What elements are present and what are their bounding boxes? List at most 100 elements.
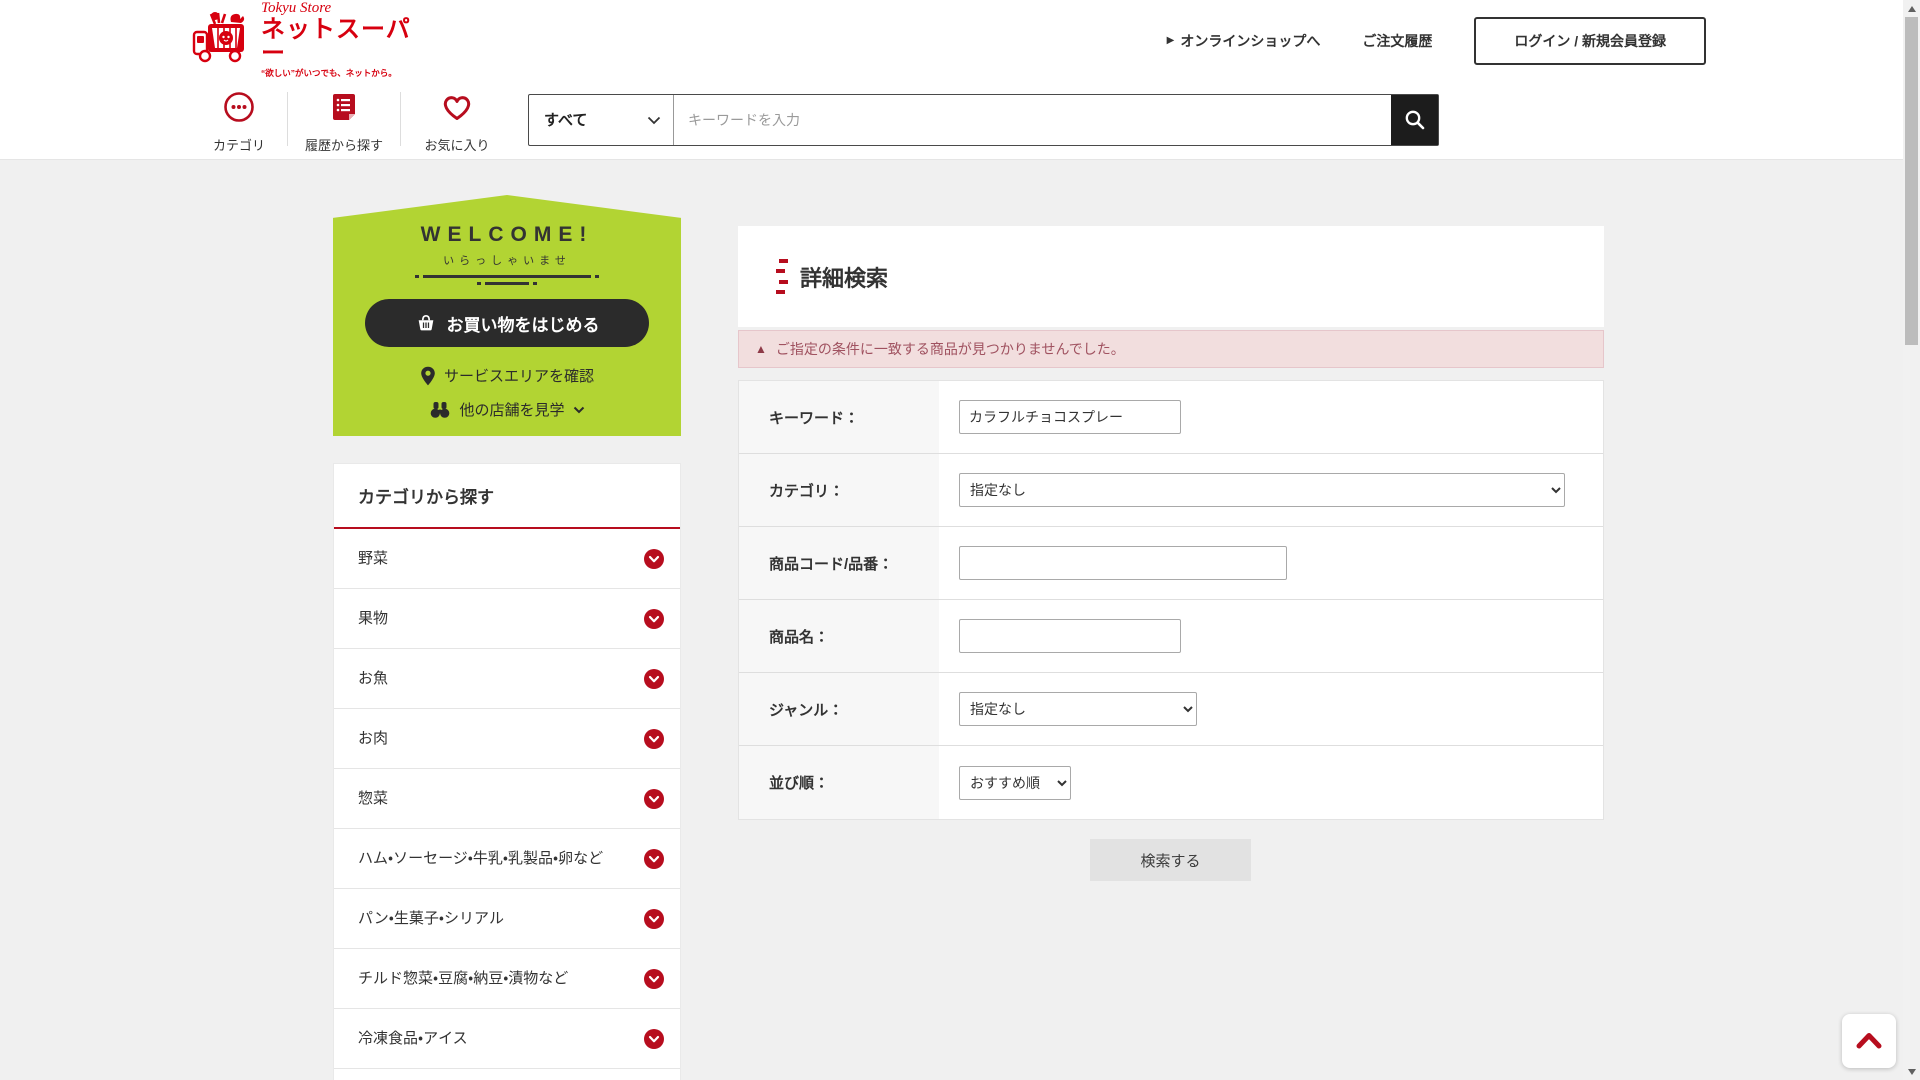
category-select[interactable]: 指定なし <box>959 473 1565 507</box>
order-history-label: ご注文履歴 <box>1362 32 1433 49</box>
category-row-meat[interactable]: お肉 <box>334 709 680 769</box>
genre-select[interactable]: 指定なし <box>959 692 1197 726</box>
category-label: 冷凍食品・アイス <box>358 1029 468 1047</box>
online-shop-label: オンラインショップへ <box>1180 32 1321 49</box>
quick-nav: カテゴリ 履歴から探す お気に入り <box>191 88 513 153</box>
form-row-sort: 並び順： おすすめ順 <box>739 746 1603 819</box>
welcome-title: WELCOME! <box>420 223 594 246</box>
other-stores-link[interactable]: 他の店舗を見学 <box>333 399 681 420</box>
start-shopping-button[interactable]: お買い物をはじめる <box>365 299 649 347</box>
category-label: パン・生菓子・シリアル <box>358 909 504 927</box>
scrollbar-thumb[interactable] <box>1905 17 1918 345</box>
category-panel-title: カテゴリから探す <box>358 488 494 507</box>
page-title: 詳細検索 <box>800 265 889 291</box>
category-label: カテゴリ： <box>739 454 939 526</box>
basket-icon <box>418 315 433 331</box>
online-shop-link[interactable]: ▶ オンラインショップへ <box>1167 31 1321 51</box>
keyword-label: キーワード： <box>739 381 939 453</box>
service-area-link[interactable]: サービスエリアを確認 <box>333 365 681 386</box>
form-row-keyword: キーワード： <box>739 381 1603 454</box>
logo-tagline: “欲しい”がいつでも、ネットから。 <box>261 67 397 78</box>
nav-item-favorites[interactable]: お気に入り <box>401 88 513 153</box>
nav-label: カテゴリ <box>212 138 265 153</box>
order-history-link[interactable]: ご注文履歴 <box>1362 31 1432 51</box>
chevron-down-circle-icon[interactable] <box>644 848 664 869</box>
alert-message: ご指定の条件に一致する商品が見つかりませんでした。 <box>775 341 1125 357</box>
category-label: 果物 <box>358 609 389 627</box>
category-label: ハム・ソーセージ・牛乳・乳製品・卵など <box>358 849 604 867</box>
form-row-product-name: 商品名： <box>739 600 1603 673</box>
chevron-down-circle-icon[interactable] <box>644 908 664 929</box>
scrollbar-up-arrow[interactable] <box>1903 0 1920 17</box>
product-code-label: 商品コード/品番： <box>739 527 939 599</box>
history-list-icon <box>327 90 361 129</box>
red-dashes-icon <box>776 258 788 295</box>
login-register-button[interactable]: ログイン / 新規会員登録 <box>1474 16 1706 65</box>
category-label: チルド惣菜・豆腐・納豆・漬物など <box>358 969 569 987</box>
chevron-down-circle-icon[interactable] <box>644 728 664 749</box>
keyword-input[interactable] <box>959 400 1181 434</box>
product-code-input[interactable] <box>959 546 1287 580</box>
other-stores-label: 他の店舗を見学 <box>459 402 565 419</box>
chevron-down-circle-icon[interactable] <box>644 968 664 989</box>
product-name-label: 商品名： <box>739 600 939 672</box>
map-pin-icon <box>421 366 435 385</box>
site-header: Tokyu Store ネットスーパー “欲しい”がいつでも、ネットから。 ▶ … <box>0 0 1903 160</box>
scrollbar-down-arrow[interactable] <box>1903 1063 1920 1080</box>
header-links: ▶ オンラインショップへ ご注文履歴 ログイン / 新規会員登録 <box>1167 0 1706 81</box>
nav-item-history[interactable]: 履歴から探す <box>288 88 400 153</box>
category-row-bread-cereal[interactable]: パン・生菓子・シリアル <box>334 889 680 949</box>
category-label: 野菜 <box>358 549 389 567</box>
category-row-vegetables[interactable]: 野菜 <box>334 529 680 589</box>
page-scrollbar[interactable] <box>1903 0 1920 1080</box>
category-row-ham-dairy-eggs[interactable]: ハム・ソーセージ・牛乳・乳製品・卵など <box>334 829 680 889</box>
category-row-frozen-icecream[interactable]: 冷凍食品・アイス <box>334 1009 680 1069</box>
category-label: お魚 <box>358 669 389 687</box>
nav-label: 履歴から探す <box>304 138 383 153</box>
logo-service-text: ネットスーパー <box>261 15 411 67</box>
search-scope-select[interactable]: すべて <box>529 111 673 129</box>
scroll-to-top-button[interactable] <box>1842 1014 1896 1068</box>
welcome-subtitle: いらっしゃいませ <box>443 255 571 267</box>
category-label: 惣菜 <box>358 789 389 807</box>
category-label: お肉 <box>358 729 389 747</box>
start-shopping-label: お買い物をはじめる <box>446 315 600 335</box>
ellipsis-circle-icon <box>222 90 256 129</box>
no-results-alert: ▲ ご指定の条件に一致する商品が見つかりませんでした。 <box>738 330 1604 368</box>
search-scope-wrapper: すべて <box>529 95 674 145</box>
search-submit-button[interactable]: 検索する <box>1090 839 1251 881</box>
chevron-down-circle-icon[interactable] <box>644 668 664 689</box>
chevron-down-circle-icon[interactable] <box>644 1028 664 1049</box>
heart-icon <box>439 90 475 129</box>
decorative-divider <box>333 282 681 285</box>
product-name-input[interactable] <box>959 619 1181 653</box>
chevron-up-icon <box>1856 1033 1882 1049</box>
truck-basket-logo-icon <box>191 10 255 69</box>
nav-label: お気に入り <box>424 138 490 153</box>
form-row-category: カテゴリ： 指定なし <box>739 454 1603 527</box>
binoculars-icon <box>431 401 450 418</box>
magnifier-icon <box>1405 110 1424 130</box>
chevron-down-circle-icon[interactable] <box>644 548 664 569</box>
search-button[interactable] <box>1391 95 1438 145</box>
category-row-deli[interactable]: 惣菜 <box>334 769 680 829</box>
category-row-chilled-tofu[interactable]: チルド惣菜・豆腐・納豆・漬物など <box>334 949 680 1009</box>
chevron-down-circle-icon[interactable] <box>644 788 664 809</box>
search-bar: すべて <box>528 94 1439 146</box>
category-panel: カテゴリから探す 野菜 果物 お魚 お肉 惣菜 ハム・ソーセージ・牛乳・乳製品・… <box>333 463 681 1080</box>
category-row-fish[interactable]: お魚 <box>334 649 680 709</box>
search-input[interactable] <box>674 95 1391 145</box>
category-row-fruits[interactable]: 果物 <box>334 589 680 649</box>
form-row-genre: ジャンル： 指定なし <box>739 673 1603 746</box>
category-panel-header: カテゴリから探す <box>334 464 680 529</box>
sort-select[interactable]: おすすめ順 <box>959 765 1071 800</box>
welcome-panel: WELCOME! いらっしゃいませ お買い物をはじめる サービスエリアを確認 他… <box>333 195 681 436</box>
sort-label: 並び順： <box>739 746 939 819</box>
right-triangle-icon: ▶ <box>1166 35 1175 46</box>
nav-item-category[interactable]: カテゴリ <box>191 88 287 153</box>
warning-triangle-icon: ▲ <box>755 342 767 356</box>
site-logo[interactable]: Tokyu Store ネットスーパー “欲しい”がいつでも、ネットから。 <box>191 0 421 77</box>
detail-search-card: 詳細検索 <box>738 226 1604 327</box>
logo-brand-text: Tokyu Store <box>261 0 332 16</box>
chevron-down-circle-icon[interactable] <box>644 608 664 629</box>
